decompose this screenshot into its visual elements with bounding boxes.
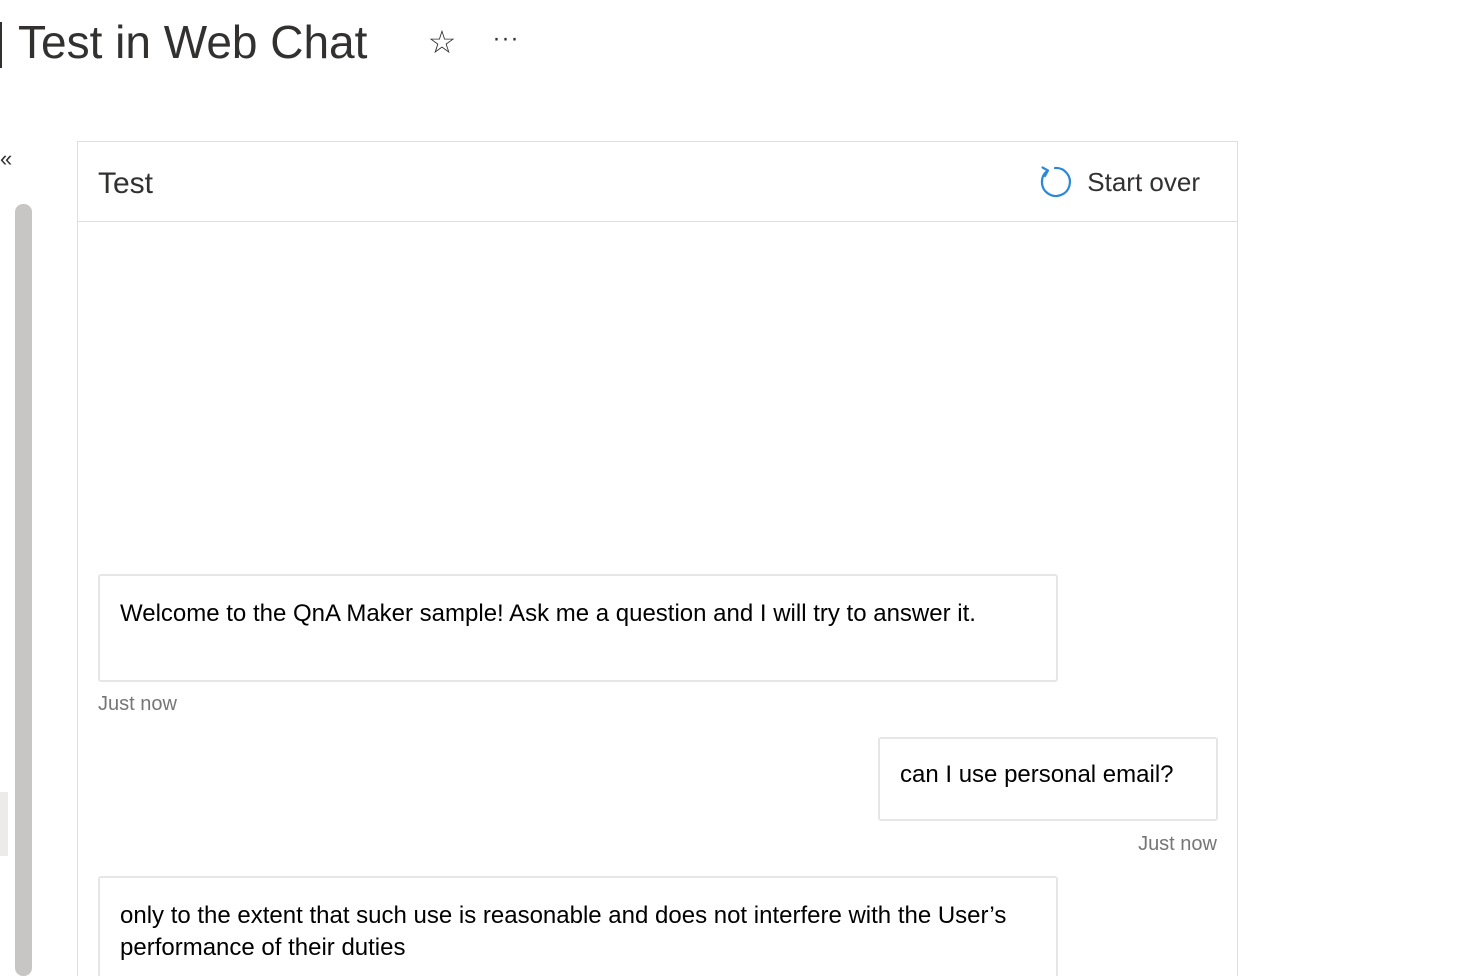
more-options-icon[interactable]: ··· — [488, 22, 524, 62]
bot-message: only to the extent that such use is reas… — [98, 876, 1058, 976]
sidebar-selected-item[interactable] — [0, 792, 8, 856]
page: Test in Web Chat ☆ ··· « Test Start over… — [0, 0, 1476, 976]
user-message: can I use personal email? — [878, 737, 1218, 821]
page-title: Test in Web Chat — [18, 16, 368, 68]
chat-title: Test — [98, 167, 154, 200]
start-over-label: Start over — [1087, 167, 1200, 197]
message-timestamp: Just now — [1138, 833, 1217, 855]
bot-message: Welcome to the QnA Maker sample! Ask me … — [98, 574, 1058, 682]
chat-header: Test Start over — [78, 142, 1237, 222]
star-icon[interactable]: ☆ — [424, 22, 460, 62]
web-chat-panel: Test Start over Welcome to the QnA Maker… — [77, 141, 1238, 976]
start-over-button[interactable]: Start over — [1037, 162, 1200, 202]
collapse-sidebar-icon[interactable]: « — [0, 144, 20, 174]
message-timestamp: Just now — [98, 693, 177, 715]
refresh-icon — [1041, 166, 1072, 198]
title-accent-bar — [0, 22, 2, 68]
sidebar-scrollbar[interactable] — [15, 204, 32, 976]
